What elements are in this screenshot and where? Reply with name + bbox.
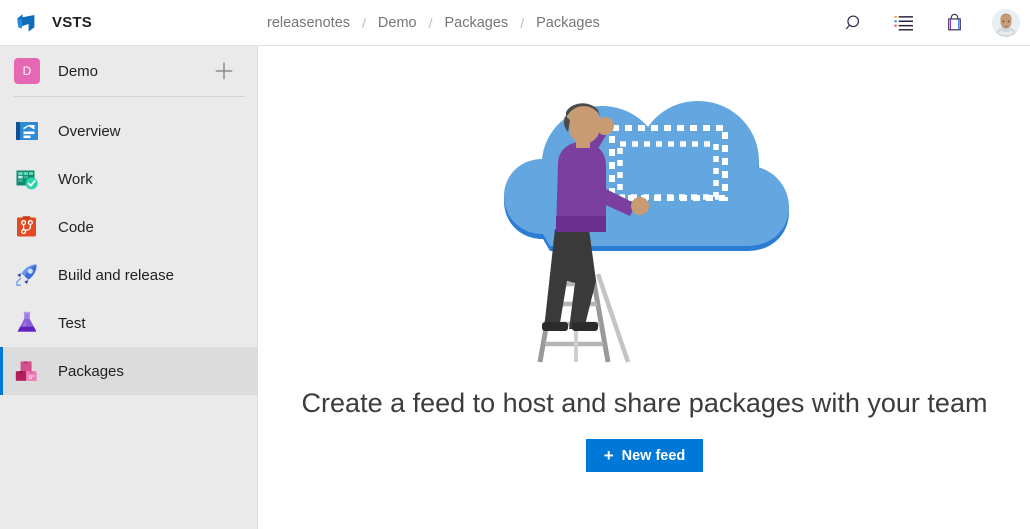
work-icon bbox=[14, 166, 40, 192]
sidebar-divider bbox=[14, 96, 245, 97]
code-icon bbox=[14, 214, 40, 240]
sidebar-item-label: Work bbox=[58, 170, 93, 188]
overview-icon bbox=[14, 118, 40, 144]
plus-icon: + bbox=[603, 446, 614, 465]
new-feed-button-label: New feed bbox=[621, 447, 686, 464]
sidebar-item-label: Code bbox=[58, 218, 94, 236]
sidebar-item-label: Packages bbox=[58, 362, 124, 380]
sidebar-item-packages[interactable]: Packages bbox=[0, 347, 257, 395]
sidebar: D Demo Overview Work Code Build and rele… bbox=[0, 46, 258, 529]
cloud-person-ladder-illustration bbox=[503, 101, 789, 363]
user-avatar[interactable] bbox=[992, 9, 1020, 37]
work-items-icon[interactable] bbox=[892, 11, 916, 35]
search-icon[interactable] bbox=[842, 11, 866, 35]
breadcrumb-item-organization[interactable]: releasenotes bbox=[266, 15, 351, 31]
marketplace-bag-icon[interactable] bbox=[942, 11, 966, 35]
sidebar-item-code[interactable]: Code bbox=[0, 203, 257, 251]
breadcrumb-item-hub[interactable]: Packages bbox=[444, 15, 510, 31]
sidebar-item-label: Test bbox=[58, 314, 86, 332]
brand-name: VSTS bbox=[52, 14, 92, 31]
rocket-icon bbox=[14, 262, 40, 288]
sidebar-item-build-and-release[interactable]: Build and release bbox=[0, 251, 257, 299]
breadcrumb-item-project[interactable]: Demo bbox=[377, 15, 418, 31]
sidebar-item-label: Overview bbox=[58, 122, 121, 140]
vsts-logo-icon bbox=[14, 11, 38, 35]
empty-state-heading: Create a feed to host and share packages… bbox=[301, 388, 988, 418]
project-selector[interactable]: D Demo bbox=[0, 46, 257, 96]
plus-icon[interactable] bbox=[211, 58, 237, 84]
new-feed-button[interactable]: + New feed bbox=[585, 439, 704, 472]
main-content: Create a feed to host and share packages… bbox=[259, 46, 1030, 529]
brand-home-link[interactable]: VSTS bbox=[0, 0, 258, 46]
sidebar-item-overview[interactable]: Overview bbox=[0, 107, 257, 155]
breadcrumb-separator: / bbox=[428, 14, 433, 31]
breadcrumb-separator: / bbox=[362, 14, 366, 31]
vsts-app-window: VSTS releasenotes / Demo / Packages / Pa… bbox=[0, 0, 1030, 529]
packages-icon bbox=[14, 358, 40, 384]
project-avatar: D bbox=[14, 58, 40, 84]
project-name: Demo bbox=[58, 62, 99, 80]
breadcrumb-item-page[interactable]: Packages bbox=[535, 15, 601, 31]
sidebar-item-work[interactable]: Work bbox=[0, 155, 257, 203]
breadcrumb-separator: / bbox=[520, 14, 525, 31]
topbar-actions bbox=[842, 0, 1020, 46]
breadcrumb: releasenotes / Demo / Packages / Package… bbox=[266, 0, 601, 46]
sidebar-item-label: Build and release bbox=[58, 266, 174, 284]
sidebar-nav-list: Overview Work Code Build and release Tes… bbox=[0, 107, 257, 395]
flask-icon bbox=[17, 311, 37, 332]
sidebar-item-test[interactable]: Test bbox=[0, 299, 257, 347]
top-navigation-bar: VSTS releasenotes / Demo / Packages / Pa… bbox=[0, 0, 1030, 46]
